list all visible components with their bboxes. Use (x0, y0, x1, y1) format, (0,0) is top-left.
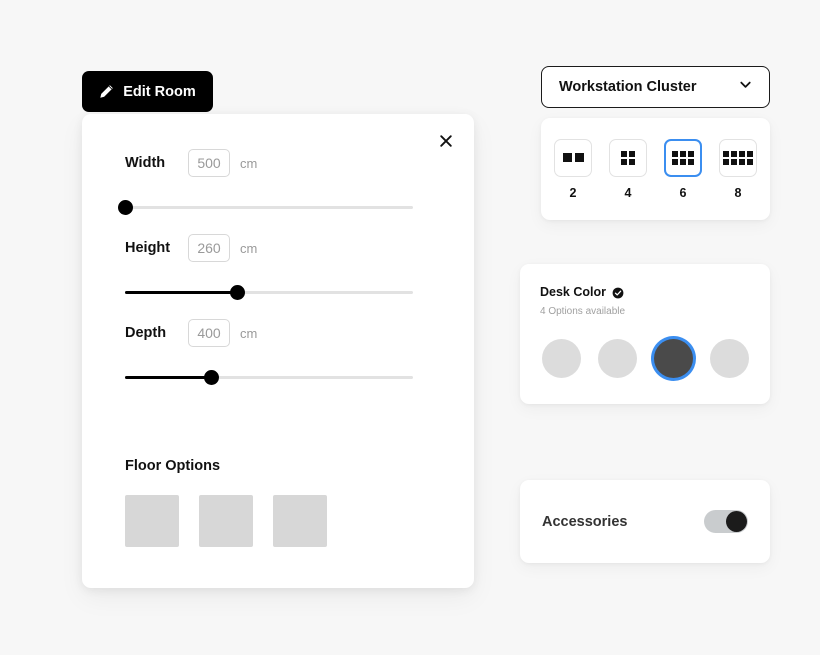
field-row-width: Width cm (125, 148, 435, 178)
depth-slider[interactable] (125, 370, 413, 385)
room-editor-card: Width cm Height cm (82, 114, 474, 588)
depth-slider-fill (125, 376, 212, 379)
close-icon[interactable] (432, 127, 460, 155)
field-group-height: Height cm (125, 233, 435, 300)
cluster-option-count: 8 (734, 185, 742, 200)
edit-room-button-label: Edit Room (123, 83, 196, 100)
width-input[interactable] (188, 149, 230, 177)
width-unit: cm (240, 155, 258, 171)
accessories-label: Accessories (542, 513, 628, 530)
desk-color-4[interactable] (710, 339, 749, 378)
cluster-option-6[interactable]: 6 (664, 138, 702, 200)
edit-room-button[interactable]: Edit Room (82, 71, 213, 112)
cluster-option-8[interactable]: 8 (719, 138, 757, 200)
cluster-size-panel: 2 4 6 8 (541, 118, 770, 220)
cluster-type-select-label: Workstation Cluster (559, 79, 697, 95)
floor-swatch-3[interactable] (273, 495, 327, 547)
desk-color-panel: Desk Color 4 Options available (520, 264, 770, 404)
accessories-panel: Accessories (520, 480, 770, 563)
cluster-option-count: 4 (624, 185, 632, 200)
field-group-width: Width cm (117, 148, 435, 215)
floor-options-section: Floor Options (125, 458, 327, 547)
desk-color-swatch-list (540, 339, 750, 378)
desk-color-header: Desk Color (540, 285, 750, 299)
cluster-option-2[interactable]: 2 (554, 138, 592, 200)
floor-swatch-2[interactable] (199, 495, 253, 547)
field-group-depth: Depth cm (125, 318, 435, 385)
floor-swatch-1[interactable] (125, 495, 179, 547)
desk-color-1[interactable] (542, 339, 581, 378)
width-slider-thumb[interactable] (117, 200, 133, 215)
cluster-grid-8-icon (719, 138, 757, 177)
height-input[interactable] (188, 234, 230, 262)
cluster-grid-4-icon (609, 138, 647, 177)
cluster-option-count: 2 (569, 185, 577, 200)
accessories-toggle-knob (726, 511, 747, 532)
desk-color-title: Desk Color (540, 285, 606, 299)
height-slider[interactable] (125, 285, 413, 300)
depth-unit: cm (240, 325, 258, 341)
depth-input[interactable] (188, 319, 230, 347)
cluster-type-select[interactable]: Workstation Cluster (541, 66, 770, 108)
height-label: Height (125, 240, 171, 256)
accessories-toggle[interactable] (704, 510, 748, 533)
cluster-option-4[interactable]: 4 (609, 138, 647, 200)
width-label: Width (125, 155, 166, 171)
cluster-grid-2-icon (554, 138, 592, 177)
field-row-depth: Depth cm (125, 318, 435, 348)
floor-swatch-list (125, 495, 327, 547)
field-row-height: Height cm (125, 233, 435, 263)
desk-color-3[interactable] (654, 339, 693, 378)
width-slider[interactable] (117, 200, 413, 215)
floor-options-title: Floor Options (125, 458, 221, 474)
desk-color-2[interactable] (598, 339, 637, 378)
depth-slider-thumb[interactable] (203, 370, 219, 385)
chevron-down-icon (738, 77, 753, 97)
depth-label: Depth (125, 325, 167, 341)
height-slider-fill (125, 291, 238, 294)
app-root: Edit Room Width cm (0, 0, 820, 655)
check-circle-icon (612, 286, 624, 299)
dimension-fields: Width cm Height cm (117, 148, 435, 385)
cluster-grid-6-icon (664, 138, 702, 177)
height-unit: cm (240, 240, 258, 256)
pencil-icon (99, 84, 114, 99)
desk-color-subtitle: 4 Options available (540, 306, 626, 317)
height-slider-thumb[interactable] (229, 285, 245, 300)
width-slider-track (125, 206, 413, 209)
cluster-option-count: 6 (679, 185, 687, 200)
